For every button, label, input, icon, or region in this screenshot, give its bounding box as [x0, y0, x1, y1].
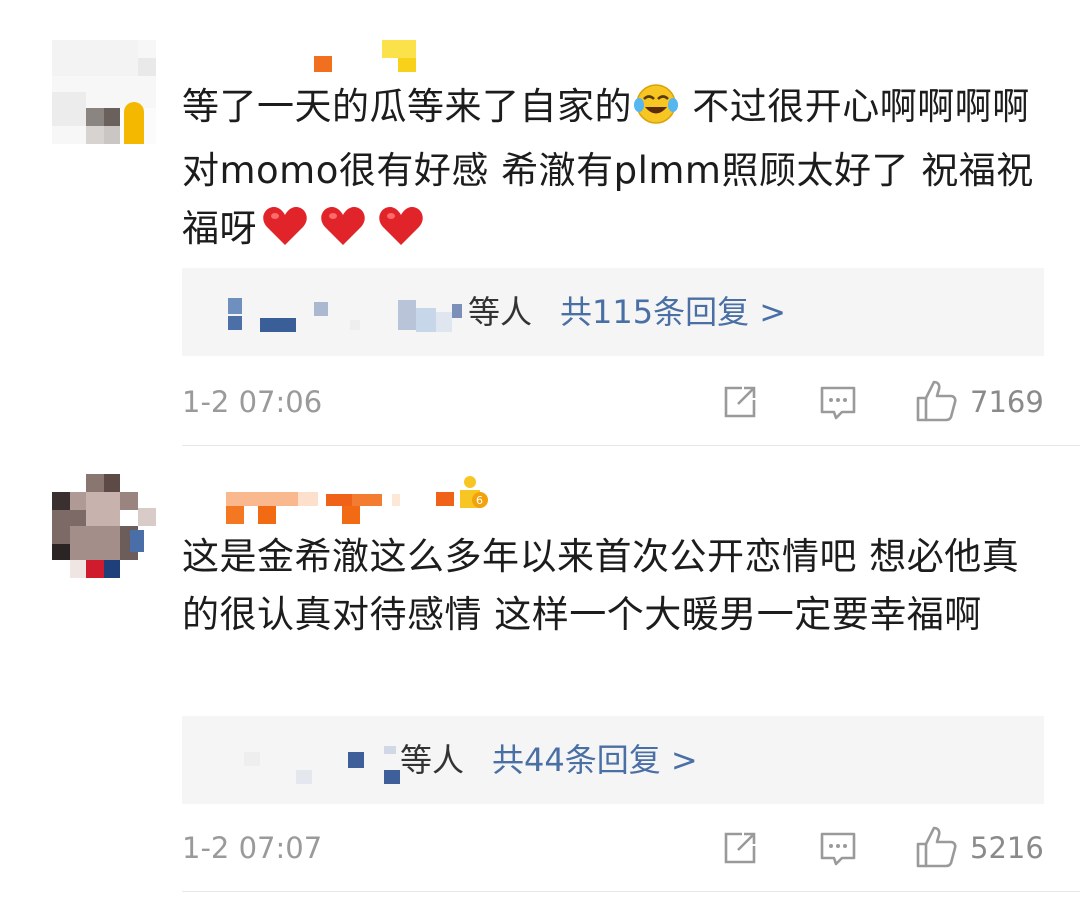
comment-text: 这是金希澈这么多年以来首次公开恋情吧 想必他真的很认真对待感情 这样一个大暖男一… [182, 535, 1020, 636]
heart-icon [377, 205, 425, 264]
heart-icon [261, 205, 309, 264]
comment-text: 等了一天的瓜等来了自家的 不过很开心啊啊啊啊 对momo很有好感 希澈有plmm… [182, 78, 1042, 264]
like-icon[interactable] [914, 824, 958, 868]
like-count: 5216 [970, 831, 1044, 865]
comment-item: 等了一天的瓜等来了自家的 不过很开心啊啊啊啊 对momo很有好感 希澈有plmm… [0, 0, 1080, 446]
svg-text:6: 6 [476, 494, 483, 507]
laugh-cry-emoji-icon [632, 83, 680, 142]
reply-count-link[interactable]: 共44条回复 > [492, 738, 698, 782]
comment-item: 6 这是金希澈这么多年以来首次公开恋情吧 想必他真的很认真对待感情 这样一个大暖… [0, 446, 1080, 903]
reply-suffix: 等人 [468, 293, 533, 331]
avatar[interactable] [52, 40, 156, 144]
like-icon[interactable] [914, 378, 958, 422]
heart-icon [319, 205, 367, 264]
comment-time: 1-2 07:07 [182, 831, 323, 865]
divider [182, 891, 1080, 892]
like-count: 7169 [970, 385, 1044, 419]
comment-icon[interactable] [816, 826, 860, 870]
comment-icon[interactable] [816, 380, 860, 424]
reply-summary[interactable]: 等人 共115条回复 > [182, 268, 1044, 356]
comment-time: 1-2 07:06 [182, 385, 323, 419]
level-badge-icon: 6 [456, 474, 488, 514]
username-redacted[interactable] [222, 40, 462, 80]
reply-summary[interactable]: 等人 共44条回复 > [182, 716, 1044, 804]
share-icon[interactable] [718, 380, 762, 424]
reply-suffix: 等人 [400, 741, 465, 779]
reply-count-link[interactable]: 共115条回复 > [560, 290, 786, 334]
avatar[interactable] [52, 474, 156, 578]
share-icon[interactable] [718, 826, 762, 870]
reply-users-redacted [182, 268, 462, 356]
